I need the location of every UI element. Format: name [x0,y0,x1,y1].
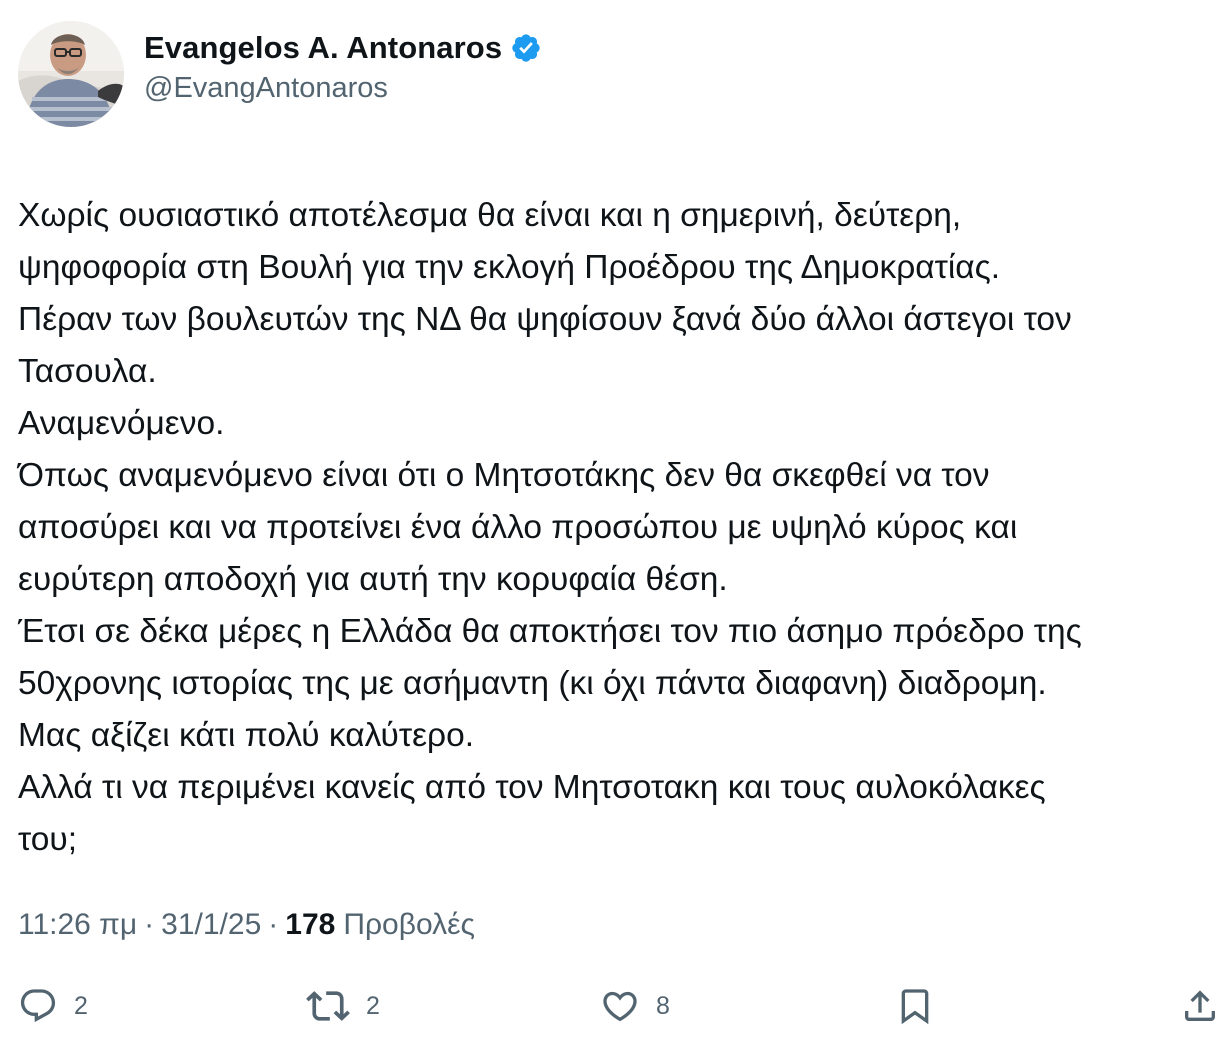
meta-separator: · [144,908,155,941]
tweet-header: Evangelos A. Antonaros @EvangAntonaros [18,20,542,128]
tweet-meta: 11:26 πμ · 31/1/25 · 178 Προβολές [18,908,475,942]
like-count: 8 [656,991,670,1020]
avatar[interactable] [18,21,124,127]
retweet-count: 2 [366,991,380,1020]
avatar-photo [18,21,124,127]
tweet-text-line: Χωρίς ουσιαστικό αποτέλεσμα θα είναι και… [18,197,962,234]
retweet-button[interactable]: 2 [306,978,380,1034]
tweet-text-line: Μας αξίζει κάτι πολύ καλύτερο. [18,717,475,754]
verified-badge-icon[interactable] [510,32,542,64]
author-identity: Evangelos A. Antonaros @EvangAntonaros [144,30,542,105]
tweet-text-line: ευρύτερη αποδοχή για αυτή την κορυφαία θ… [18,561,728,598]
tweet-date[interactable]: 31/1/25 [161,908,261,942]
tweet-text-line: Έτσι σε δέκα μέρες η Ελλάδα θα αποκτήσει… [18,613,1082,650]
tweet-text-line: Τασουλα. [18,353,157,390]
action-bar: 2 2 8 [0,978,1231,1034]
reply-count: 2 [74,991,88,1020]
views-label[interactable]: Προβολές [343,908,475,942]
bookmark-button[interactable] [895,978,935,1034]
tweet-text-line: αποσύρει και να προτείνει ένα άλλο προσώ… [18,509,1018,546]
views-count[interactable]: 178 [285,908,335,942]
meta-separator: · [268,908,279,941]
share-icon[interactable] [1180,986,1220,1026]
retweet-icon[interactable] [306,984,350,1028]
share-button[interactable] [1180,978,1220,1034]
like-button[interactable]: 8 [600,978,670,1034]
tweet-text-line: Πέραν των βουλευτών της ΝΔ θα ψηφίσουν ξ… [18,301,1072,338]
tweet-text-line: του; [18,821,78,858]
reply-icon[interactable] [18,986,58,1026]
tweet-text-line: ψηφοφορία στη Βουλή για την εκλογή Προέδ… [18,249,1001,286]
bookmark-icon[interactable] [895,986,935,1026]
author-handle[interactable]: @EvangAntonaros [144,72,542,105]
heart-icon[interactable] [600,986,640,1026]
name-row: Evangelos A. Antonaros [144,30,542,66]
reply-button[interactable]: 2 [18,978,88,1034]
tweet-text-line: 50χρονης ιστορίας της με ασήμαντη (κι όχ… [18,665,1047,702]
tweet-time[interactable]: 11:26 πμ [18,908,137,942]
tweet-text-line: Όπως αναμενόμενο είναι ότι ο Μητσοτάκης … [18,457,990,494]
tweet-text: Χωρίς ουσιαστικό αποτέλεσμα θα είναι και… [18,190,1231,866]
tweet-text-line: Αλλά τι να περιμένει κανείς από τον Μητσ… [18,769,1046,806]
tweet-text-line: Αναμενόμενο. [18,405,225,442]
author-display-name[interactable]: Evangelos A. Antonaros [144,30,502,66]
